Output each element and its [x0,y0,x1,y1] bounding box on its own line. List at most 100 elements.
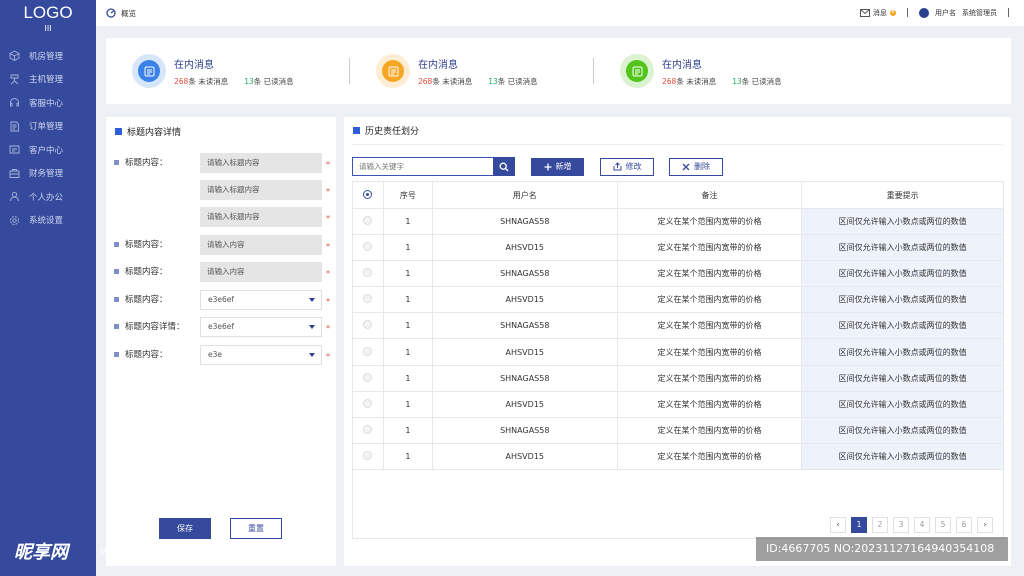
table-row[interactable]: 1 AHSVD15 定义在某个范围内宽带的价格 区间仅允许输入小数点或两位的数值 [352,234,1004,262]
search-icon [499,162,509,171]
row-select-cell[interactable] [352,390,384,418]
cell-no: 1 [382,207,433,236]
page-button-4[interactable]: 4 [914,517,930,533]
add-button[interactable]: 新增 [531,157,584,176]
row-radio[interactable] [363,450,373,460]
delete-button[interactable]: 删除 [669,157,723,176]
sidebar-item-label: 客户中心 [29,145,64,156]
table-row[interactable]: 1 SHNAGAS58 定义在某个范围内宽带的价格 区间仅允许输入小数点或两位的数值 [352,312,1004,340]
row-select-cell[interactable] [352,416,384,444]
row-radio[interactable] [363,268,373,278]
cell-user: AHSVD15 [431,286,618,314]
row-select-cell[interactable] [352,207,384,236]
text-field[interactable]: 请输入标题内容 [200,153,322,173]
form-label: 标题内容详情： [114,320,185,332]
pagination: ‹ 1 2 3 4 5 6 › [830,517,993,533]
row-select-cell[interactable] [352,312,384,340]
save-button[interactable]: 保存 [159,518,211,539]
select-field[interactable]: e3e [200,345,322,365]
finance-icon [9,168,20,178]
search-button[interactable] [493,157,515,176]
next-page-button[interactable]: › [977,517,993,533]
row-radio[interactable] [363,242,373,252]
select-field[interactable]: e3e6ef [200,290,322,310]
table-row[interactable]: 1 SHNAGAS58 定义在某个范围内宽带的价格 区间仅允许输入小数点或两位的数值 [352,260,1004,288]
row-select-cell[interactable] [352,338,384,366]
table-row[interactable]: 1 AHSVD15 定义在某个范围内宽带的价格 区间仅允许输入小数点或两位的数值 [352,286,1004,314]
title-marker-icon [353,127,360,134]
username[interactable]: 用户名 [935,8,956,18]
edit-button[interactable]: 修改 [600,157,654,176]
sidebar-item-1[interactable]: 主机管理 [0,68,96,92]
table-row[interactable]: 1 AHSVD15 定义在某个范围内宽带的价格 区间仅允许输入小数点或两位的数值 [352,338,1004,366]
text-field[interactable]: 请输入标题内容 [200,207,322,227]
page-button-5[interactable]: 5 [935,517,951,533]
prev-page-button[interactable]: ‹ [830,517,846,533]
row-radio[interactable] [363,294,373,304]
unread-count: 268 [662,76,677,86]
edit-label: 修改 [625,162,642,171]
form-row: 请输入标题内容 * [106,207,336,227]
table-row[interactable]: 1 AHSVD15 定义在某个范围内宽带的价格 区间仅允许输入小数点或两位的数值 [352,390,1004,418]
required-marker: * [326,297,330,306]
select-all-cell[interactable] [352,181,384,209]
required-marker: * [326,160,330,169]
unread-label: 条 未读消息 [676,76,717,86]
messages-link[interactable]: 消息 8 [859,8,896,18]
read-count: 13 [488,76,498,86]
cell-tip: 区间仅允许输入小数点或两位的数值 [801,312,1004,340]
row-radio[interactable] [363,216,373,226]
table-row[interactable]: 1 SHNAGAS58 定义在某个范围内宽带的价格 区间仅允许输入小数点或两位的数值 [352,207,1004,236]
table-row[interactable]: 1 SHNAGAS58 定义在某个范围内宽带的价格 区间仅允许输入小数点或两位的数值 [352,416,1004,444]
table-row[interactable]: 1 AHSVD15 定义在某个范围内宽带的价格 区间仅允许输入小数点或两位的数值 [352,442,1004,470]
gear-icon [10,215,19,225]
row-select-cell[interactable] [352,286,384,314]
document-icon [10,121,19,132]
cell-no: 1 [382,390,433,418]
row-select-cell[interactable] [352,364,384,392]
cell-tip: 区间仅允许输入小数点或两位的数值 [801,416,1004,444]
select-all-radio[interactable] [363,189,373,199]
cell-note: 定义在某个范围内宽带的价格 [616,312,803,340]
row-radio[interactable] [363,424,373,434]
row-radio[interactable] [363,372,373,382]
watermark-id: ID:4667705 NO:20231127164940354108 [756,537,1008,561]
text-field[interactable]: 请输入内容 [200,262,322,282]
cell-note: 定义在某个范围内宽带的价格 [616,416,803,444]
menu-toggle-icon[interactable]: III [0,24,96,38]
breadcrumb[interactable]: 概览 [106,8,136,19]
sidebar-item-2[interactable]: 客服中心 [0,91,96,115]
form-row: 标题内容： 请输入标题内容 * [106,153,336,173]
text-field[interactable]: 请输入内容 [200,235,322,255]
user-role[interactable]: 系统管理员 [962,8,997,18]
stat-detail: 268条 未读消息 13条 已读消息 [662,76,782,87]
row-select-cell[interactable] [352,442,384,470]
page-button-6[interactable]: 6 [956,517,972,533]
row-select-cell[interactable] [352,260,384,288]
label-marker-icon [114,268,119,274]
label-marker-icon [114,351,119,357]
sidebar-item-0[interactable]: 机房管理 [0,44,96,68]
page-button-3[interactable]: 3 [893,517,909,533]
headset-icon [10,98,19,107]
sidebar-item-5[interactable]: 财务管理 [0,162,96,186]
sidebar-item-4[interactable]: 客户中心 [0,138,96,162]
search-input[interactable] [353,162,494,171]
avatar[interactable] [918,8,929,18]
text-field[interactable]: 请输入标题内容 [200,180,322,200]
table-row[interactable]: 1 SHNAGAS58 定义在某个范围内宽带的价格 区间仅允许输入小数点或两位的数值 [352,364,1004,392]
sidebar-item-7[interactable]: 系统设置 [0,209,96,233]
page-button-2[interactable]: 2 [872,517,888,533]
row-radio[interactable] [363,346,373,356]
separator: | [905,8,909,18]
stat-card: 在内消息 268条 未读消息 13条 已读消息 [594,54,849,88]
reset-button[interactable]: 重置 [230,518,282,539]
row-radio[interactable] [363,398,373,408]
sidebar-item-6[interactable]: 个人办公 [0,185,96,209]
page-button-1[interactable]: 1 [851,517,867,533]
row-select-cell[interactable] [352,234,384,262]
row-radio[interactable] [363,320,373,330]
dashboard-icon [106,8,116,18]
select-field[interactable]: e3e6ef [200,317,322,337]
sidebar-item-3[interactable]: 订单管理 [0,115,96,139]
